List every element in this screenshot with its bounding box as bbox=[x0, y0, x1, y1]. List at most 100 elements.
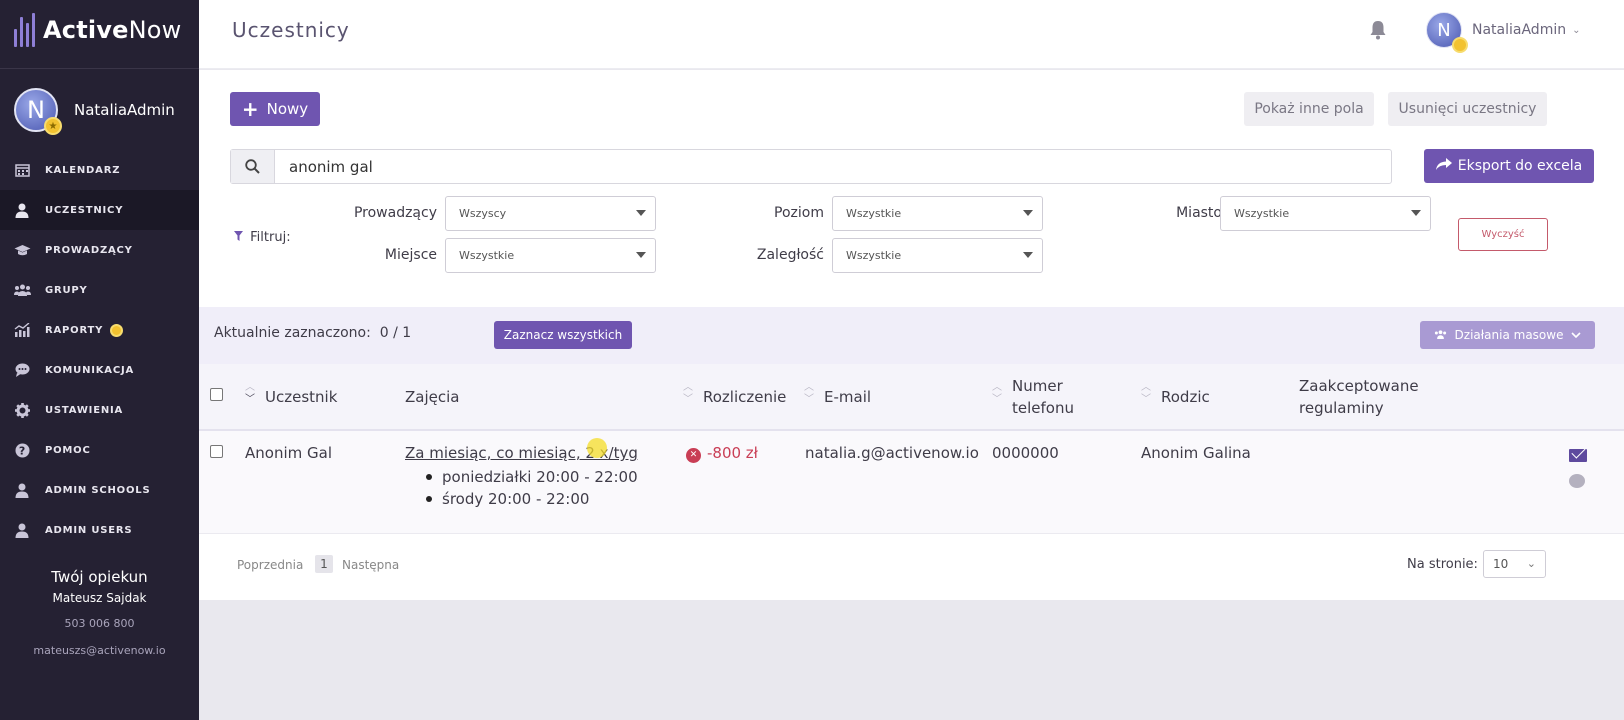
export-button-label: Eksport do excela bbox=[1457, 158, 1583, 174]
schedule-list: poniedziałki 20:00 - 22:00 środy 20:00 -… bbox=[425, 466, 638, 510]
guardian-email[interactable]: mateuszs@activenow.io bbox=[0, 644, 199, 657]
mouse-cursor-highlight bbox=[587, 438, 607, 458]
sidebar-nav: KALENDARZ UCZESTNICY PROWADZĄCY GRUPY RA… bbox=[0, 150, 199, 550]
sidebar-item-label: KOMUNIKACJA bbox=[45, 364, 135, 376]
cell-rozliczenie[interactable]: ✕ -800 zł bbox=[686, 444, 758, 463]
sort-icon[interactable]: ︿ ﹀ bbox=[990, 382, 1004, 406]
balance-value: -800 zł bbox=[707, 444, 758, 462]
deleted-participants-button[interactable]: Usunięci uczestnicy bbox=[1388, 92, 1547, 126]
column-header-rodzic[interactable]: Rodzic bbox=[1161, 386, 1210, 408]
chevron-down-icon bbox=[1571, 330, 1582, 341]
funnel-icon bbox=[234, 230, 247, 245]
search-icon[interactable] bbox=[231, 150, 275, 183]
filter-label-text: Filtruj: bbox=[250, 230, 291, 245]
row-checkbox[interactable] bbox=[210, 445, 223, 458]
dropdown-arrow-icon bbox=[636, 210, 646, 216]
guardian-name: Mateusz Sajdak bbox=[52, 591, 147, 605]
award-badge-icon bbox=[1452, 37, 1468, 53]
bell-icon[interactable] bbox=[1369, 20, 1387, 45]
next-page-button[interactable]: Następna bbox=[342, 558, 399, 572]
column-header-uczestnik[interactable]: Uczestnik bbox=[265, 386, 337, 408]
chat-icon[interactable] bbox=[1569, 474, 1585, 488]
brand-logo[interactable]: ActiveNow bbox=[14, 10, 182, 50]
select-all-checkbox[interactable] bbox=[210, 388, 223, 401]
sidebar-user[interactable]: N ★ NataliaAdmin bbox=[14, 88, 175, 135]
search-input[interactable] bbox=[275, 150, 1391, 183]
medal-icon bbox=[110, 323, 124, 337]
sidebar-item-prowadzacy[interactable]: PROWADZĄCY bbox=[0, 230, 199, 270]
sort-icon[interactable]: ︿ ﹀ bbox=[243, 382, 257, 406]
sidebar-item-label: PROWADZĄCY bbox=[45, 244, 133, 256]
gear-icon bbox=[13, 401, 31, 419]
main-panel: + Nowy Pokaż inne pola Usunięci uczestni… bbox=[199, 70, 1624, 600]
column-header-email[interactable]: E-mail bbox=[824, 386, 871, 408]
chart-icon bbox=[13, 321, 31, 339]
filter-prowadzacy-label: Prowadzący bbox=[353, 205, 437, 221]
sidebar-item-komunikacja[interactable]: KOMUNIKACJA bbox=[0, 350, 199, 390]
table-row[interactable]: Anonim Gal Za miesiąc, co miesiąc, 2 x/t… bbox=[199, 431, 1624, 534]
dropdown-arrow-icon bbox=[636, 252, 646, 258]
selection-count: Aktualnie zaznaczono: 0 / 1 bbox=[214, 325, 411, 341]
sidebar-item-grupy[interactable]: GRUPY bbox=[0, 270, 199, 310]
sidebar-item-kalendarz[interactable]: KALENDARZ bbox=[0, 150, 199, 190]
per-page-value: 10 bbox=[1493, 557, 1509, 571]
filter-miasto-select[interactable]: Wszystkie bbox=[1220, 196, 1431, 231]
filter-zaleglosc-select[interactable]: Wszystkie bbox=[832, 238, 1043, 273]
cell-uczestnik[interactable]: Anonim Gal bbox=[245, 444, 332, 462]
envelope-icon[interactable] bbox=[1569, 449, 1587, 462]
search-box bbox=[230, 149, 1392, 184]
sidebar-item-label: USTAWIENIA bbox=[45, 404, 124, 416]
column-header-line: Numer bbox=[1012, 377, 1063, 395]
column-header-rozliczenie[interactable]: Rozliczenie bbox=[703, 386, 786, 408]
sidebar-item-label: GRUPY bbox=[45, 284, 88, 296]
sidebar-item-label: RAPORTY bbox=[45, 324, 104, 336]
sidebar-item-raporty[interactable]: RAPORTY bbox=[0, 310, 199, 350]
pagination: Poprzednia 1 Następna Na stronie: 10 ⌄ bbox=[199, 534, 1624, 600]
bulk-actions-button[interactable]: Działania masowe bbox=[1420, 321, 1595, 349]
column-header-line: telefonu bbox=[1012, 399, 1074, 417]
graduation-cap-icon bbox=[13, 241, 31, 259]
show-other-fields-button[interactable]: Pokaż inne pola bbox=[1244, 92, 1374, 126]
list-item: środy 20:00 - 22:00 bbox=[425, 488, 638, 510]
sidebar-item-label: ADMIN SCHOOLS bbox=[45, 484, 151, 496]
filter-miejsce-select[interactable]: Wszystkie bbox=[445, 238, 656, 273]
help-icon: ? bbox=[13, 441, 31, 459]
award-badge-icon: ★ bbox=[44, 117, 62, 135]
sort-icon[interactable]: ︿ ﹀ bbox=[681, 382, 695, 406]
new-participant-button[interactable]: + Nowy bbox=[230, 92, 320, 126]
filter-poziom-label: Poziom bbox=[774, 205, 824, 221]
selection-bar: Aktualnie zaznaczono: 0 / 1 Zaznacz wszy… bbox=[199, 307, 1624, 364]
sort-icon[interactable]: ︿ ﹀ bbox=[802, 382, 816, 406]
brand-name: ActiveNow bbox=[43, 16, 182, 44]
selection-label: Aktualnie zaznaczono: bbox=[214, 325, 371, 341]
sidebar-item-ustawienia[interactable]: USTAWIENIA bbox=[0, 390, 199, 430]
per-page-select[interactable]: 10 ⌄ bbox=[1483, 550, 1546, 578]
sidebar-item-pomoc[interactable]: ? POMOC bbox=[0, 430, 199, 470]
dropdown-arrow-icon bbox=[1411, 210, 1421, 216]
export-excel-button[interactable]: Eksport do excela bbox=[1424, 149, 1594, 183]
column-header-telefon[interactable]: Numer telefonu bbox=[1012, 375, 1074, 419]
prev-page-button[interactable]: Poprzednia bbox=[237, 558, 303, 572]
guardian-contact: Twój opiekun Mateusz Sajdak 503 006 800 … bbox=[0, 568, 199, 657]
select-value: Wszystkie bbox=[1234, 207, 1290, 220]
user-menu[interactable]: N NataliaAdmin ⌄ bbox=[1426, 12, 1581, 53]
filter-prowadzacy-select[interactable]: Wszyscy bbox=[445, 196, 656, 231]
filter-label: Filtruj: bbox=[234, 230, 291, 245]
sidebar-item-label: POMOC bbox=[45, 444, 91, 456]
logo-bars-icon bbox=[14, 13, 35, 47]
new-button-label: Nowy bbox=[266, 100, 309, 118]
dropdown-arrow-icon bbox=[1023, 210, 1033, 216]
sidebar-item-admin-schools[interactable]: ADMIN SCHOOLS bbox=[0, 470, 199, 510]
avatar: N bbox=[1426, 12, 1468, 53]
sidebar-item-admin-users[interactable]: ADMIN USERS bbox=[0, 510, 199, 550]
avatar: N ★ bbox=[14, 88, 62, 135]
calendar-icon bbox=[13, 161, 31, 179]
sidebar-item-uczestnicy[interactable]: UCZESTNICY bbox=[0, 190, 199, 230]
filter-poziom-select[interactable]: Wszystkie bbox=[832, 196, 1043, 231]
select-all-button[interactable]: Zaznacz wszystkich bbox=[494, 321, 632, 349]
select-value: Wszystkie bbox=[459, 249, 515, 262]
clear-filters-button[interactable]: Wyczyść bbox=[1458, 218, 1548, 251]
sort-icon[interactable]: ︿ ﹀ bbox=[1139, 382, 1153, 406]
guardian-phone[interactable]: 503 006 800 bbox=[0, 617, 199, 630]
page-number-button[interactable]: 1 bbox=[315, 555, 333, 573]
